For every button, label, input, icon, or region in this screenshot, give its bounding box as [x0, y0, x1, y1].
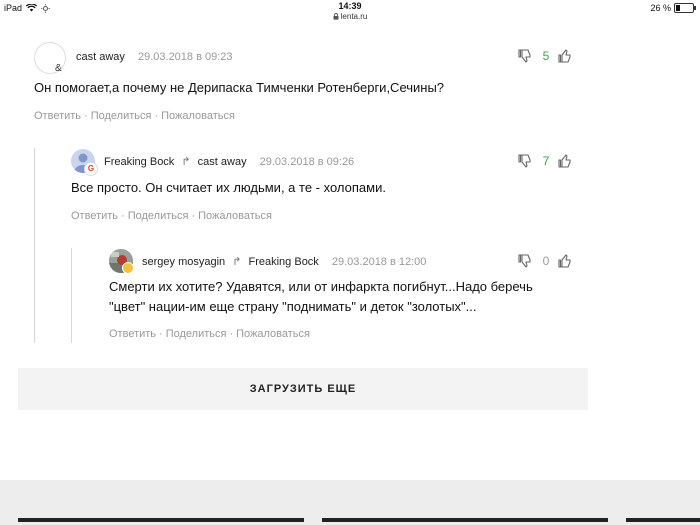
author-name[interactable]: sergey mosyagin: [142, 256, 225, 268]
thumbs-up-icon[interactable]: [558, 48, 574, 64]
comment-actions: Ответить · Поделиться · Пожаловаться: [109, 328, 310, 340]
clock: 14:39: [338, 1, 362, 11]
comment-text-line: "цвет" нации-им еще страну "поднимать" и…: [109, 299, 477, 314]
comment-text: Смерти их хотите? Удавятся, или от инфар…: [109, 277, 533, 317]
thread-line: [34, 148, 35, 343]
reply-link[interactable]: Ответить: [109, 328, 156, 340]
battery-percent: 26 %: [650, 3, 671, 13]
status-bar: iPad 14:39 lenta.ru 26 %: [0, 0, 700, 24]
comment-header: Freaking Bock ↱ cast away 29.03.2018 в 0…: [104, 155, 354, 168]
reply-to-name[interactable]: Freaking Bock: [249, 256, 319, 268]
vote-widget: 7: [518, 153, 574, 169]
thumbs-up-icon[interactable]: [558, 153, 574, 169]
badge-icon: [122, 262, 134, 274]
share-link[interactable]: Поделиться: [128, 210, 189, 222]
reply-link[interactable]: Ответить: [34, 110, 81, 122]
share-link[interactable]: Поделиться: [166, 328, 227, 340]
thumbs-down-icon[interactable]: [518, 153, 534, 169]
comment-header: sergey mosyagin ↱ Freaking Bock 29.03.20…: [142, 255, 426, 268]
battery-icon: [674, 3, 696, 13]
comment-header: cast away 29.03.2018 в 09:23: [76, 51, 233, 63]
lock-icon: [333, 13, 339, 20]
share-link[interactable]: Поделиться: [91, 110, 152, 122]
reply-link[interactable]: Ответить: [71, 210, 118, 222]
comment-date[interactable]: 29.03.2018 в 09:23: [138, 51, 233, 63]
google-badge-icon: G: [84, 162, 98, 176]
reply-to-name[interactable]: cast away: [198, 156, 247, 168]
address-bar[interactable]: lenta.ru: [0, 12, 700, 21]
thumbs-up-icon[interactable]: [558, 253, 574, 269]
url-text[interactable]: lenta.ru: [341, 12, 368, 21]
status-right: 26 %: [650, 3, 696, 13]
vote-widget: 5: [518, 48, 574, 64]
footer-tab[interactable]: [18, 518, 304, 522]
author-name[interactable]: cast away: [76, 51, 125, 63]
reply-arrow-icon: ↱: [232, 256, 242, 268]
comment-actions: Ответить · Поделиться · Пожаловаться: [34, 110, 235, 122]
load-more-button[interactable]: ЗАГРУЗИТЬ ЕЩЕ: [18, 368, 588, 410]
vote-count: 7: [542, 154, 550, 168]
comment-text: Он помогает,а почему не Дерипаска Тимчен…: [34, 80, 445, 95]
footer-tab[interactable]: [322, 518, 608, 522]
author-name[interactable]: Freaking Bock: [104, 156, 174, 168]
comment-date[interactable]: 29.03.2018 в 09:26: [260, 156, 355, 168]
vote-count: 0: [542, 254, 550, 268]
vote-widget: 0: [518, 253, 574, 269]
comment-text: Все просто. Он считает их людьми, а те -…: [71, 180, 386, 195]
report-link[interactable]: Пожаловаться: [236, 328, 310, 340]
thumbs-down-icon[interactable]: [518, 253, 534, 269]
reply-arrow-icon: ↱: [181, 156, 191, 168]
comment-actions: Ответить · Поделиться · Пожаловаться: [71, 210, 272, 222]
status-center: 14:39 lenta.ru: [0, 1, 700, 21]
thumbs-down-icon[interactable]: [518, 48, 534, 64]
comment-text-line: Смерти их хотите? Удавятся, или от инфар…: [109, 279, 533, 294]
comment-date[interactable]: 29.03.2018 в 12:00: [332, 256, 427, 268]
footer-tab[interactable]: [626, 518, 700, 522]
thread-line: [71, 248, 72, 343]
vote-count: 5: [542, 49, 550, 63]
report-link[interactable]: Пожаловаться: [161, 110, 235, 122]
report-link[interactable]: Пожаловаться: [198, 210, 272, 222]
avatar-badge-icon: &: [55, 63, 62, 74]
